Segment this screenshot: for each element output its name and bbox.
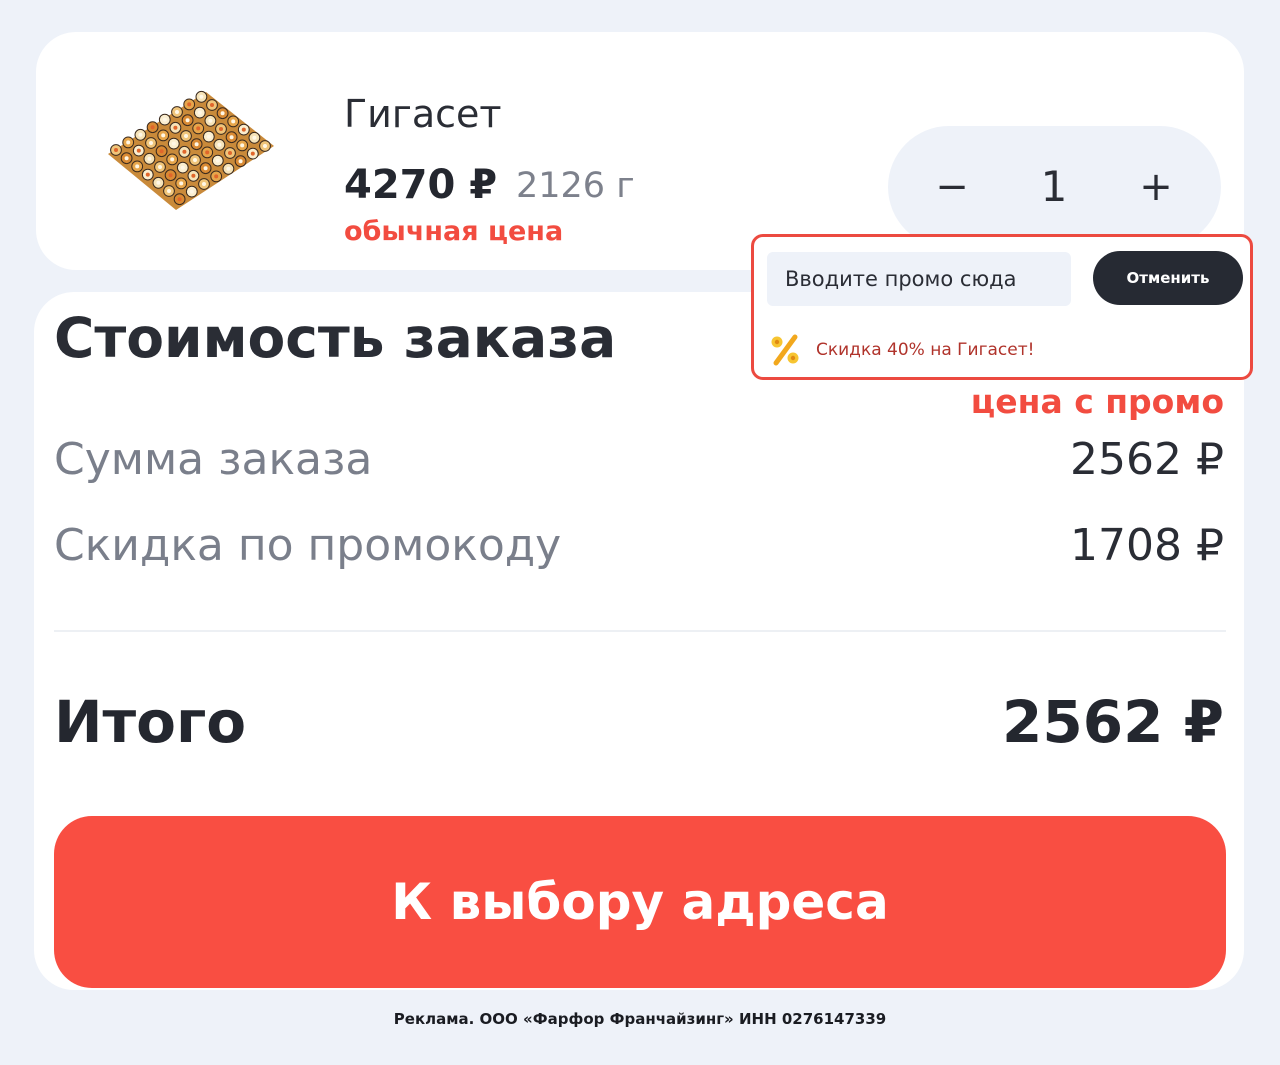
total-value: 2562 ₽ bbox=[1002, 688, 1224, 756]
total-label: Итого bbox=[54, 688, 247, 756]
increase-quantity-button[interactable]: + bbox=[1106, 126, 1206, 248]
promo-status-text: Скидка 40% на Гигасет! bbox=[816, 340, 1035, 360]
order-sum-label: Сумма заказа bbox=[54, 434, 373, 485]
percent-icon bbox=[771, 334, 799, 366]
promo-discount-value: 1708 ₽ bbox=[1070, 520, 1224, 571]
regular-price-annotation: обычная цена bbox=[344, 216, 564, 247]
sushi-set-image bbox=[108, 90, 274, 210]
summary-title: Стоимость заказа bbox=[54, 306, 617, 370]
ad-disclaimer: Реклама. ООО «Фарфор Франчайзинг» ИНН 02… bbox=[393, 1010, 887, 1028]
choose-address-button[interactable]: К выбору адреса bbox=[54, 816, 1226, 988]
promo-status: Скидка 40% на Гигасет! bbox=[768, 333, 1034, 367]
promo-code-panel: Отменить Скидка 40% на Гигасет! bbox=[751, 234, 1253, 380]
promo-price-annotation: цена с промо bbox=[970, 382, 1224, 421]
product-name: Гигасет bbox=[344, 92, 502, 136]
promo-discount-label: Скидка по промокоду bbox=[54, 520, 562, 571]
decrease-quantity-button[interactable]: − bbox=[902, 126, 1002, 248]
cancel-promo-button[interactable]: Отменить bbox=[1093, 251, 1243, 305]
quantity-stepper: − 1 + bbox=[888, 126, 1221, 248]
order-sum-value: 2562 ₽ bbox=[1070, 434, 1224, 485]
promo-code-input[interactable] bbox=[767, 252, 1071, 306]
divider bbox=[54, 630, 1226, 632]
product-price: 4270 ₽ bbox=[344, 162, 498, 208]
quantity-value: 1 bbox=[1040, 162, 1068, 211]
product-weight: 2126 г bbox=[516, 166, 635, 206]
